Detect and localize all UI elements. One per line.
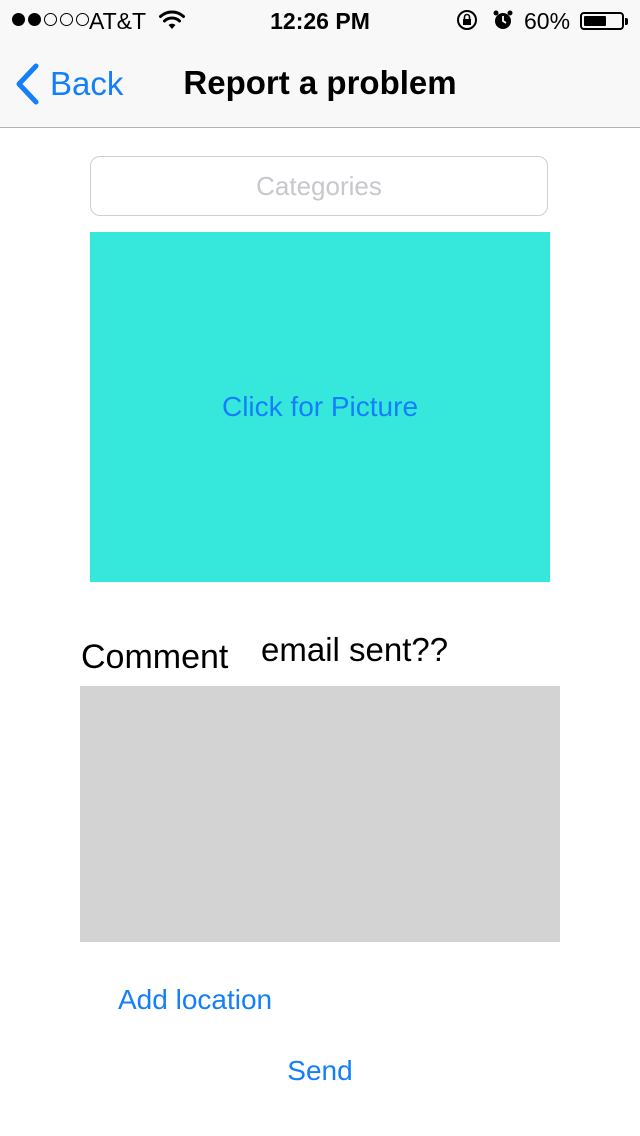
alarm-icon: [493, 10, 513, 29]
navigation-bar: Back Report a problem: [0, 40, 640, 128]
picture-button-label: Click for Picture: [221, 391, 419, 422]
status-bar: AT&T 12:26 PM 60%: [0, 0, 640, 40]
battery-icon: [580, 12, 628, 30]
battery-level: [584, 16, 606, 26]
report-problem-screen: AT&T 12:26 PM 60% Back Report a problem …: [0, 0, 640, 1136]
picture-button[interactable]: Click for Picture: [90, 232, 550, 582]
send-button[interactable]: Send: [0, 1055, 640, 1087]
battery-percentage: 60%: [524, 8, 571, 34]
status-message: email sent??: [261, 631, 449, 668]
add-location-button[interactable]: Add location: [118, 984, 272, 1016]
comment-label: Comment: [81, 638, 229, 676]
top-bar: AT&T 12:26 PM 60% Back Report a problem: [0, 0, 640, 128]
comment-textarea[interactable]: [80, 686, 560, 942]
page-title: Report a problem: [183, 64, 457, 101]
categories-field[interactable]: [90, 156, 548, 216]
orientation-lock-icon: [457, 10, 477, 30]
